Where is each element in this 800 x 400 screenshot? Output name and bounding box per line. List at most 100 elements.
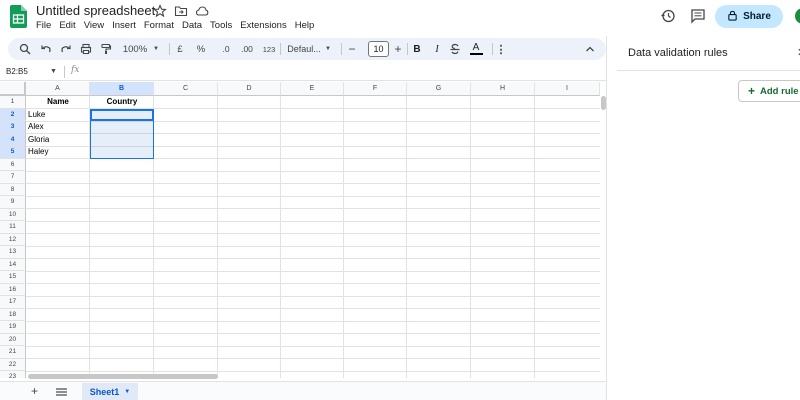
row-header[interactable]: 19 <box>0 321 26 334</box>
collapse-toolbar-icon[interactable] <box>583 41 597 57</box>
undo-icon[interactable] <box>39 41 53 57</box>
row-header[interactable]: 9 <box>0 196 26 209</box>
add-sheet-icon[interactable]: + <box>31 384 38 398</box>
cell-a4[interactable]: Gloria <box>26 134 90 147</box>
sheet-tab-sheet1[interactable]: Sheet1 ▼ <box>82 383 138 400</box>
row-header[interactable]: 7 <box>0 171 26 184</box>
chevron-down-icon[interactable]: ▼ <box>124 389 130 395</box>
column-header-g[interactable]: G <box>407 82 471 96</box>
row-header[interactable]: 10 <box>0 208 26 221</box>
column-header-f[interactable]: F <box>344 82 407 96</box>
bold-button[interactable]: B <box>410 41 424 57</box>
chevron-down-icon[interactable]: ▼ <box>50 68 57 75</box>
currency-format-button[interactable]: £ <box>174 41 186 57</box>
column-header-h[interactable]: H <box>471 82 535 96</box>
paint-format-icon[interactable] <box>99 41 113 57</box>
horizontal-scrollbar[interactable] <box>28 374 218 379</box>
cloud-status-icon[interactable] <box>195 4 209 18</box>
cell-a3[interactable]: Alex <box>26 121 90 134</box>
column-header-b[interactable]: B <box>90 82 154 96</box>
menu-format[interactable]: Format <box>140 20 178 31</box>
cell-a1[interactable]: Name <box>26 96 90 109</box>
version-history-icon[interactable] <box>660 8 676 29</box>
grid-line <box>26 220 600 222</box>
select-all-corner[interactable] <box>0 82 26 96</box>
cell-a2[interactable]: Luke <box>26 109 90 122</box>
cell-b1[interactable]: Country <box>90 96 154 109</box>
menu-help[interactable]: Help <box>291 20 319 31</box>
grid-line <box>406 96 407 378</box>
column-header-d[interactable]: D <box>218 82 281 96</box>
row-header[interactable]: 15 <box>0 271 26 284</box>
decrease-font-size-icon[interactable]: − <box>346 41 358 57</box>
number-format-button[interactable]: 123 <box>260 41 278 57</box>
active-cell[interactable] <box>90 108 154 121</box>
menu-view[interactable]: View <box>80 20 108 31</box>
row-header[interactable]: 1 <box>0 96 26 109</box>
cell-a5[interactable]: Haley <box>26 146 90 159</box>
row-header[interactable]: 8 <box>0 183 26 196</box>
row-header[interactable]: 22 <box>0 358 26 371</box>
column-header-e[interactable]: E <box>281 82 344 96</box>
row-header[interactable]: 2 <box>0 108 26 121</box>
row-header[interactable]: 11 <box>0 221 26 234</box>
row-header[interactable]: 6 <box>0 158 26 171</box>
row-header[interactable]: 3 <box>0 121 26 134</box>
menu-edit[interactable]: Edit <box>55 20 79 31</box>
star-icon[interactable] <box>153 4 167 18</box>
share-button[interactable]: Share <box>715 5 783 28</box>
move-folder-icon[interactable] <box>174 4 188 18</box>
menu-insert[interactable]: Insert <box>108 20 140 31</box>
italic-button[interactable]: I <box>430 41 444 57</box>
document-title[interactable]: Untitled spreadsheet <box>36 3 155 18</box>
row-header[interactable]: 4 <box>0 133 26 146</box>
row-header[interactable]: 14 <box>0 258 26 271</box>
font-select[interactable]: Defaul... <box>284 41 324 57</box>
increase-decimal-button[interactable]: .00 <box>238 41 256 57</box>
strikethrough-icon[interactable] <box>448 41 462 57</box>
menu-extensions[interactable]: Extensions <box>236 20 290 31</box>
all-sheets-icon[interactable] <box>56 388 67 396</box>
name-box[interactable]: B2:B5 <box>6 67 28 76</box>
avatar[interactable] <box>795 8 800 24</box>
row-header[interactable]: 16 <box>0 283 26 296</box>
grid-line <box>26 183 600 184</box>
row-header[interactable]: 17 <box>0 296 26 309</box>
sheet-tab-label: Sheet1 <box>89 387 120 397</box>
more-options-icon[interactable]: ⋮ <box>496 41 507 57</box>
row-header[interactable]: 12 <box>0 233 26 246</box>
search-menus-icon[interactable] <box>18 41 32 57</box>
row-header[interactable]: 23 <box>0 371 26 378</box>
chevron-down-icon[interactable]: ▼ <box>151 41 161 57</box>
increase-font-size-icon[interactable]: + <box>392 41 404 57</box>
text-color-button[interactable]: A <box>469 41 483 57</box>
zoom-select[interactable]: 100% <box>120 41 150 57</box>
row-header[interactable]: 13 <box>0 246 26 259</box>
spreadsheet-grid[interactable]: A B C D E F G H I 1 2 3 4 5 6 7 8 9 10 1… <box>0 82 600 378</box>
column-header-c[interactable]: C <box>154 82 218 96</box>
text-color-label: A <box>472 41 480 53</box>
menu-file[interactable]: File <box>36 20 55 31</box>
menu-data[interactable]: Data <box>178 20 206 31</box>
row-header[interactable]: 21 <box>0 346 26 359</box>
chevron-down-icon[interactable]: ▼ <box>323 41 333 57</box>
add-rule-button[interactable]: + Add rule <box>738 80 800 102</box>
comments-icon[interactable] <box>690 8 706 29</box>
percent-format-button[interactable]: % <box>194 41 208 57</box>
redo-icon[interactable] <box>59 41 73 57</box>
sheet-bar: + Sheet1 ▼ <box>0 381 606 400</box>
add-rule-label: Add rule <box>760 85 799 97</box>
font-size-input[interactable]: 10 <box>368 41 389 57</box>
menu-bar: File Edit View Insert Format Data Tools … <box>36 20 318 31</box>
row-header[interactable]: 5 <box>0 146 26 159</box>
sheets-logo-icon[interactable] <box>10 5 27 28</box>
row-header[interactable]: 20 <box>0 333 26 346</box>
row-header[interactable]: 18 <box>0 308 26 321</box>
decrease-decimal-button[interactable]: .0 <box>217 41 235 57</box>
grid-line <box>26 295 600 297</box>
column-header-a[interactable]: A <box>26 82 90 96</box>
print-icon[interactable] <box>79 41 93 57</box>
grid-line <box>26 245 600 247</box>
column-header-i[interactable]: I <box>535 82 600 96</box>
menu-tools[interactable]: Tools <box>206 20 236 31</box>
